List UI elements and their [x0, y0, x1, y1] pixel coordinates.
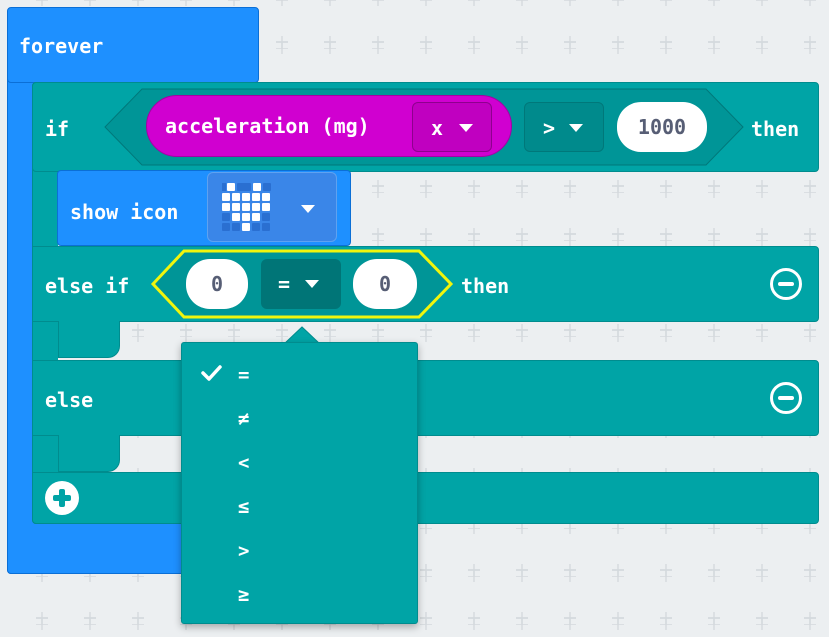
operator-dropdown-menu: = ≠ < ≤ > ≥: [181, 342, 418, 624]
add-branch-icon[interactable]: [45, 481, 79, 515]
menu-option-label: <: [238, 452, 250, 474]
chevron-down-icon: [569, 124, 583, 132]
else-row[interactable]: [32, 360, 819, 436]
comparison-operator-dropdown[interactable]: >: [524, 102, 604, 152]
threshold-value: 1000: [637, 115, 687, 139]
menu-option-not-equal[interactable]: ≠: [182, 397, 419, 441]
else-if-left-number-input[interactable]: 0: [186, 259, 248, 309]
axis-value: x: [431, 116, 444, 140]
else-if-empty-slot: [58, 321, 819, 360]
operator-value: >: [543, 116, 556, 140]
chevron-down-icon: [459, 124, 473, 132]
axis-dropdown[interactable]: x: [412, 102, 492, 152]
then-label: then: [751, 117, 800, 141]
if-block-footer: [32, 472, 819, 524]
left-value: 0: [210, 272, 224, 296]
forever-bottom: [7, 520, 192, 574]
remove-else-icon[interactable]: [770, 382, 802, 414]
else-if-operator-dropdown[interactable]: =: [261, 259, 341, 309]
menu-option-label: ≠: [238, 408, 250, 430]
menu-option-less-than[interactable]: <: [182, 441, 419, 485]
else-label: else: [45, 388, 94, 412]
else-empty-slot: [58, 435, 819, 472]
right-value: 0: [378, 272, 392, 296]
menu-option-label: =: [238, 364, 250, 386]
menu-option-less-or-equal[interactable]: ≤: [182, 485, 419, 529]
forever-label: forever: [19, 34, 104, 58]
menu-option-label: >: [238, 540, 250, 562]
operator-value: =: [278, 272, 291, 296]
chevron-down-icon: [301, 205, 315, 213]
else-if-right-number-input[interactable]: 0: [353, 259, 417, 309]
threshold-number-input[interactable]: 1000: [617, 102, 707, 152]
remove-else-if-icon[interactable]: [770, 268, 802, 300]
acceleration-label: acceleration (mg): [165, 114, 370, 138]
menu-option-greater-than[interactable]: >: [182, 529, 419, 573]
menu-option-equal[interactable]: =: [182, 353, 419, 397]
if-label: if: [45, 117, 70, 141]
icon-picker-dropdown[interactable]: [207, 172, 337, 242]
else-if-label: else if: [45, 274, 130, 298]
menu-option-label: ≤: [238, 496, 250, 518]
show-icon-label: show icon: [70, 200, 179, 224]
checkmark-icon: [201, 365, 222, 381]
menu-option-label: ≥: [238, 584, 250, 606]
chevron-down-icon: [305, 280, 319, 288]
heart-icon: [222, 183, 271, 231]
menu-option-greater-or-equal[interactable]: ≥: [182, 573, 419, 617]
else-if-then-label: then: [461, 274, 510, 298]
